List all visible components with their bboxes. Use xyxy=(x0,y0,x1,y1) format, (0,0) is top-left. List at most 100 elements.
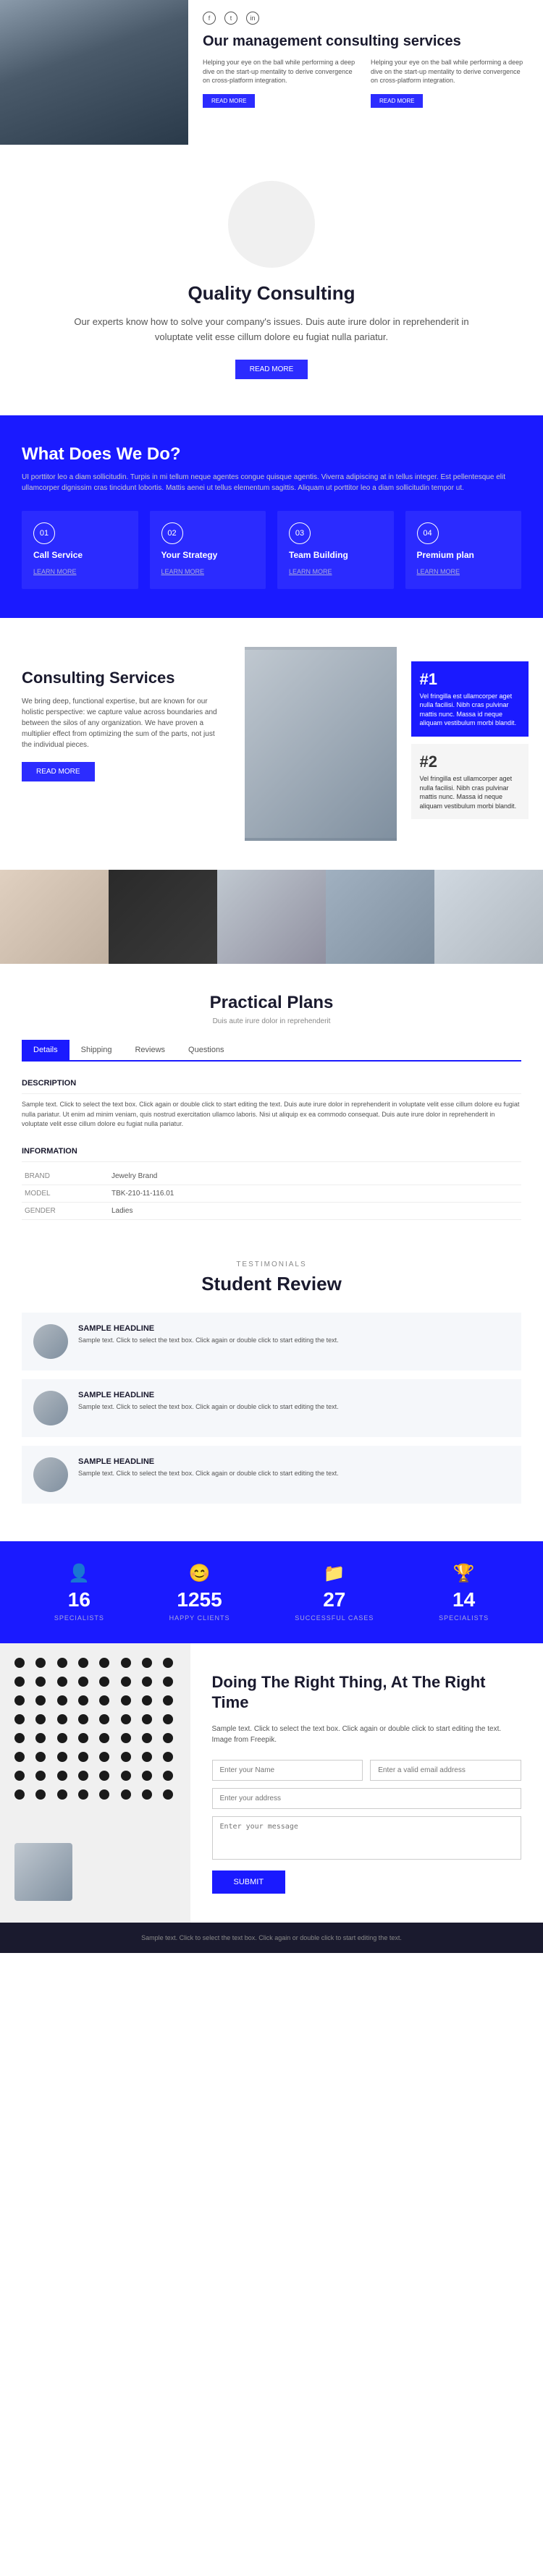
card-title-1: Your Strategy xyxy=(161,550,255,560)
review-content-2: SAMPLE HEADLINE Sample text. Click to se… xyxy=(78,1457,510,1479)
review-text-0: Sample text. Click to select the text bo… xyxy=(78,1336,510,1346)
plans-tabs: Details Shipping Reviews Questions xyxy=(22,1040,521,1062)
card-title-2: Team Building xyxy=(289,550,382,560)
consulting-right: #1 Vel fringilla est ullamcorper aget nu… xyxy=(397,647,543,842)
quality-circle-decoration xyxy=(228,181,315,268)
review-avatar-1 xyxy=(33,1391,68,1425)
submit-button[interactable]: SUBMIT xyxy=(212,1870,286,1894)
card-link-0[interactable]: LEARN MORE xyxy=(33,568,77,575)
plans-sub: Duis aute irure dolor in reprehenderit xyxy=(22,1017,521,1025)
specialists-icon: 👤 xyxy=(54,1563,104,1584)
review-card-2: SAMPLE HEADLINE Sample text. Click to se… xyxy=(22,1446,521,1504)
what-title: What Does We Do? xyxy=(22,444,521,465)
info-row-0: BRAND Jewelry Brand xyxy=(22,1168,521,1185)
read-more-btn-2[interactable]: READ MORE xyxy=(371,94,423,108)
stat-label-0: SPECIALISTS xyxy=(54,1614,104,1622)
strip-image-5 xyxy=(434,870,543,964)
description-text: Sample text. Click to select the text bo… xyxy=(22,1100,521,1130)
form-name-email-row xyxy=(212,1760,522,1781)
header-col-2: Helping your eye on the ball while perfo… xyxy=(371,58,529,108)
review-sub: Testimonials xyxy=(22,1261,521,1268)
strip-image-4 xyxy=(326,870,434,964)
rank-desc-1: Vel fringilla est ullamcorper aget nulla… xyxy=(420,692,521,728)
rank-desc-2: Vel fringilla est ullamcorper aget nulla… xyxy=(420,774,521,810)
info-value-0: Jewelry Brand xyxy=(109,1168,521,1185)
plans-section: Practical Plans Duis aute irure dolor in… xyxy=(0,964,543,1232)
description-title: DESCRIPTION xyxy=(22,1073,521,1094)
card-link-1[interactable]: LEARN MORE xyxy=(161,568,205,575)
facebook-icon[interactable]: f xyxy=(203,12,216,25)
person-thumbnail xyxy=(14,1843,72,1901)
review-title: Student Review xyxy=(22,1273,521,1295)
quality-section: Quality Consulting Our experts know how … xyxy=(0,145,543,415)
rank-box-1: #1 Vel fringilla est ullamcorper aget nu… xyxy=(411,661,529,737)
info-label-1: MODEL xyxy=(22,1185,109,1202)
strip-image-1 xyxy=(0,870,109,964)
email-input[interactable] xyxy=(370,1760,521,1781)
tab-questions[interactable]: Questions xyxy=(177,1040,236,1060)
plans-title: Practical Plans xyxy=(22,993,521,1013)
tab-details[interactable]: Details xyxy=(22,1040,70,1060)
images-strip xyxy=(0,870,543,964)
review-section: Testimonials Student Review SAMPLE HEADL… xyxy=(0,1232,543,1541)
quality-title: Quality Consulting xyxy=(58,282,485,305)
info-title: INFORMATION xyxy=(22,1141,521,1162)
header: f t in Our management consulting service… xyxy=(0,0,543,145)
card-num-3: 04 xyxy=(417,522,439,544)
happy-clients-icon: 😊 xyxy=(169,1563,230,1584)
review-headline-0: SAMPLE HEADLINE xyxy=(78,1324,510,1333)
cases-icon: 📁 xyxy=(295,1563,374,1584)
social-links[interactable]: f t in xyxy=(203,12,529,25)
review-headline-1: SAMPLE HEADLINE xyxy=(78,1391,510,1399)
instagram-icon[interactable]: in xyxy=(246,12,259,25)
what-cards: 01 Call Service LEARN MORE 02 Your Strat… xyxy=(22,511,521,589)
consulting-left: Consulting Services We bring deep, funct… xyxy=(0,647,245,842)
stat-num-2: 27 xyxy=(295,1588,374,1611)
consulting-read-more-btn[interactable]: READ MORE xyxy=(22,762,95,781)
right-thing-content: Doing The Right Thing, At The Right Time… xyxy=(190,1643,543,1923)
card-num-0: 01 xyxy=(33,522,55,544)
strip-image-3 xyxy=(217,870,326,964)
stat-num-0: 16 xyxy=(54,1588,104,1611)
what-card-2: 03 Team Building LEARN MORE xyxy=(277,511,394,589)
footer: Sample text. Click to select the text bo… xyxy=(0,1923,543,1953)
twitter-icon[interactable]: t xyxy=(224,12,237,25)
consulting-person-image xyxy=(245,647,397,842)
info-value-2: Ladies xyxy=(109,1202,521,1219)
card-link-3[interactable]: LEARN MORE xyxy=(417,568,460,575)
stat-3: 🏆 14 SPECIALISTS xyxy=(439,1563,489,1622)
review-content-0: SAMPLE HEADLINE Sample text. Click to se… xyxy=(78,1324,510,1346)
read-more-btn-1[interactable]: READ MORE xyxy=(203,94,255,108)
address-input[interactable] xyxy=(212,1788,522,1809)
review-avatar-2 xyxy=(33,1457,68,1492)
message-textarea[interactable] xyxy=(212,1816,522,1860)
what-desc: UI porttitor leo a diam sollicitudin. Tu… xyxy=(22,472,521,493)
card-link-2[interactable]: LEARN MORE xyxy=(289,568,332,575)
right-thing-title: Doing The Right Thing, At The Right Time xyxy=(212,1672,522,1713)
tab-content: DESCRIPTION Sample text. Click to select… xyxy=(22,1062,521,1232)
review-card-1: SAMPLE HEADLINE Sample text. Click to se… xyxy=(22,1379,521,1437)
info-row-1: MODEL TBK-210-11-116.01 xyxy=(22,1185,521,1202)
header-desc-1: Helping your eye on the ball while perfo… xyxy=(203,58,361,85)
consulting-title: Consulting Services xyxy=(22,669,223,687)
quality-read-more-btn[interactable]: READ MORE xyxy=(235,360,308,379)
stat-num-1: 1255 xyxy=(169,1588,230,1611)
stat-1: 😊 1255 HAPPY CLIENTS xyxy=(169,1563,230,1622)
what-section: What Does We Do? UI porttitor leo a diam… xyxy=(0,415,543,618)
footer-text: Sample text. Click to select the text bo… xyxy=(22,1934,521,1941)
tab-shipping[interactable]: Shipping xyxy=(70,1040,124,1060)
stat-0: 👤 16 SPECIALISTS xyxy=(54,1563,104,1622)
header-desc-2: Helping your eye on the ball while perfo… xyxy=(371,58,529,85)
right-thing-image: .dots-grid { display: grid; grid-templat… xyxy=(0,1643,190,1923)
card-title-3: Premium plan xyxy=(417,550,510,560)
stats-section: 👤 16 SPECIALISTS 😊 1255 HAPPY CLIENTS 📁 … xyxy=(0,1541,543,1643)
consulting-section: Consulting Services We bring deep, funct… xyxy=(0,618,543,870)
review-card-0: SAMPLE HEADLINE Sample text. Click to se… xyxy=(22,1313,521,1370)
info-row-2: GENDER Ladies xyxy=(22,1202,521,1219)
card-title-0: Call Service xyxy=(33,550,127,560)
stat-num-3: 14 xyxy=(439,1588,489,1611)
tab-reviews[interactable]: Reviews xyxy=(123,1040,177,1060)
name-input[interactable] xyxy=(212,1760,363,1781)
rank-num-2: #2 xyxy=(420,753,521,771)
stat-2: 📁 27 SUCCESSFUL CASES xyxy=(295,1563,374,1622)
